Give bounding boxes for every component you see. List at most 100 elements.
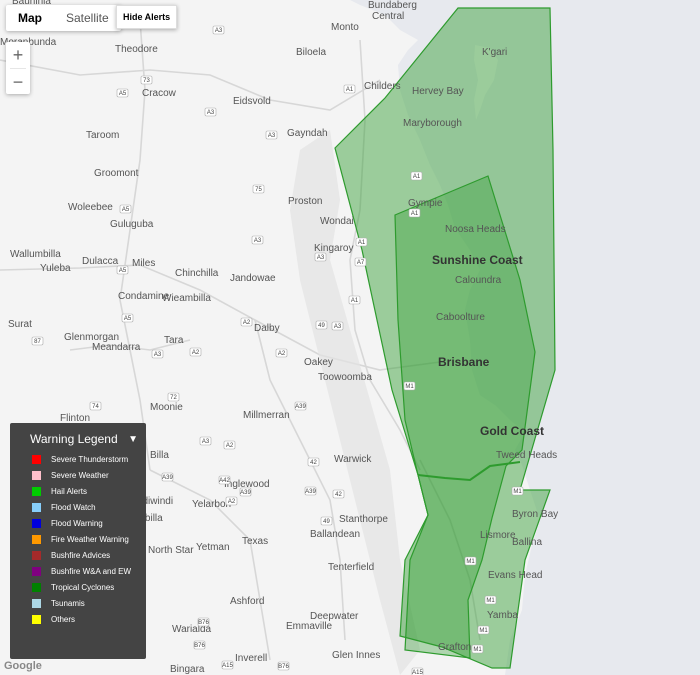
place-label: Maryborough <box>403 118 462 129</box>
highway-shield: M1 <box>484 595 497 605</box>
place-label: Cracow <box>142 88 177 99</box>
highway-shield: 72 <box>167 392 180 402</box>
svg-text:A5: A5 <box>119 268 127 274</box>
svg-text:M1: M1 <box>486 598 495 604</box>
legend-item: Others <box>10 614 146 626</box>
svg-text:A39: A39 <box>295 404 306 410</box>
place-label: Woleebee <box>68 202 113 213</box>
legend-item-label: Bushfire Advices <box>51 551 111 560</box>
zoom-in-button[interactable]: + <box>6 42 30 68</box>
place-label: Yamba <box>487 610 518 621</box>
highway-shield: 74 <box>89 401 102 411</box>
map-button[interactable]: Map <box>6 5 54 31</box>
svg-text:B76: B76 <box>278 664 289 670</box>
place-label: Biloela <box>296 47 326 58</box>
legend-swatch <box>32 599 41 608</box>
legend-swatch <box>32 615 41 624</box>
place-label: Yuleba <box>40 263 71 274</box>
highway-shield: 42 <box>332 489 345 499</box>
svg-text:A1: A1 <box>346 87 354 93</box>
place-label: Warwick <box>334 454 372 465</box>
legend-item: Flood Warning <box>10 518 146 530</box>
highway-shield: A3 <box>265 130 278 140</box>
svg-text:75: 75 <box>255 187 262 193</box>
place-label: Ballandean <box>310 529 360 540</box>
svg-text:A3: A3 <box>202 439 210 445</box>
place-label: Toowoomba <box>318 372 372 383</box>
place-label: Glen Innes <box>332 650 380 661</box>
highway-shield: A39 <box>161 472 173 482</box>
highway-shield: A39 <box>239 487 251 497</box>
hide-alerts-button[interactable]: Hide Alerts <box>116 5 178 29</box>
place-label: Proston <box>288 196 322 207</box>
svg-text:A2: A2 <box>192 350 200 356</box>
place-label: North Star <box>148 545 194 556</box>
place-label: Wieambilla <box>162 293 211 304</box>
highway-shield: 49 <box>320 516 333 526</box>
highway-shield: A2 <box>240 317 253 327</box>
svg-text:A2: A2 <box>226 443 234 449</box>
svg-text:A3: A3 <box>207 110 215 116</box>
svg-text:87: 87 <box>34 339 41 345</box>
legend-header[interactable]: Warning Legend ▼ <box>10 428 146 450</box>
satellite-button[interactable]: Satellite <box>54 5 121 31</box>
zoom-control: + − <box>6 42 30 94</box>
legend-item: Severe Thunderstorm <box>10 454 146 466</box>
place-label: Yetman <box>196 542 230 553</box>
legend-item-label: Tropical Cyclones <box>51 583 115 592</box>
place-label: Yelarbon <box>192 499 231 510</box>
highway-shield: A3 <box>251 235 264 245</box>
place-label: Gympie <box>408 198 443 209</box>
highway-shield: 49 <box>315 320 328 330</box>
highway-shield: M1 <box>464 556 477 566</box>
legend-swatch <box>32 503 41 512</box>
place-label: Miles <box>132 258 155 269</box>
svg-text:A39: A39 <box>240 490 251 496</box>
svg-text:A1: A1 <box>411 211 419 217</box>
place-label: Childers <box>364 81 401 92</box>
place-label: Lismore <box>480 530 516 541</box>
highway-shield: A3 <box>314 252 327 262</box>
place-label: Central <box>372 11 404 22</box>
place-label: Bingara <box>170 664 205 675</box>
legend-item-label: Bushfire W&A and EW <box>51 567 132 576</box>
legend-swatch <box>32 519 41 528</box>
legend-swatch <box>32 535 41 544</box>
highway-shield: A1 <box>343 84 356 94</box>
place-label: Ballina <box>512 537 542 548</box>
place-label: Noosa Heads <box>445 224 506 235</box>
map-type-control: Map Satellite <box>6 5 121 31</box>
svg-text:M1: M1 <box>466 559 475 565</box>
svg-text:A3: A3 <box>268 133 276 139</box>
place-label: Tweed Heads <box>496 450 557 461</box>
highway-shield: 73 <box>140 75 153 85</box>
svg-text:M1: M1 <box>479 628 488 634</box>
highway-shield: M1 <box>471 644 484 654</box>
legend-item-label: Fire Weather Warning <box>51 535 129 544</box>
legend-item-label: Severe Weather <box>51 471 109 480</box>
place-label: Tenterfield <box>328 562 374 573</box>
legend-title: Warning Legend <box>30 432 118 446</box>
legend-item: Bushfire Advices <box>10 550 146 562</box>
place-label: Oakey <box>304 357 333 368</box>
zoom-out-button[interactable]: − <box>6 69 30 95</box>
place-label: Hervey Bay <box>412 86 464 97</box>
legend-item: Bushfire W&A and EW <box>10 566 146 578</box>
highway-shield: A3 <box>212 25 225 35</box>
highway-shield: 42 <box>307 457 320 467</box>
svg-text:A7: A7 <box>357 260 365 266</box>
legend-swatch <box>32 567 41 576</box>
highway-shield: A15 <box>221 660 233 670</box>
highway-shield: A1 <box>355 237 368 247</box>
highway-shield: A5 <box>116 265 129 275</box>
svg-text:A15: A15 <box>222 663 233 669</box>
legend-item: Tsunamis <box>10 598 146 610</box>
place-label: Millmerran <box>243 410 290 421</box>
highway-shield: A39 <box>304 486 316 496</box>
legend-item: Flood Watch <box>10 502 146 514</box>
legend-swatch <box>32 487 41 496</box>
highway-shield: A3 <box>204 107 217 117</box>
highway-shield: A7 <box>354 257 367 267</box>
chevron-down-icon[interactable]: ▼ <box>128 434 138 445</box>
place-label: Brisbane <box>438 355 490 369</box>
